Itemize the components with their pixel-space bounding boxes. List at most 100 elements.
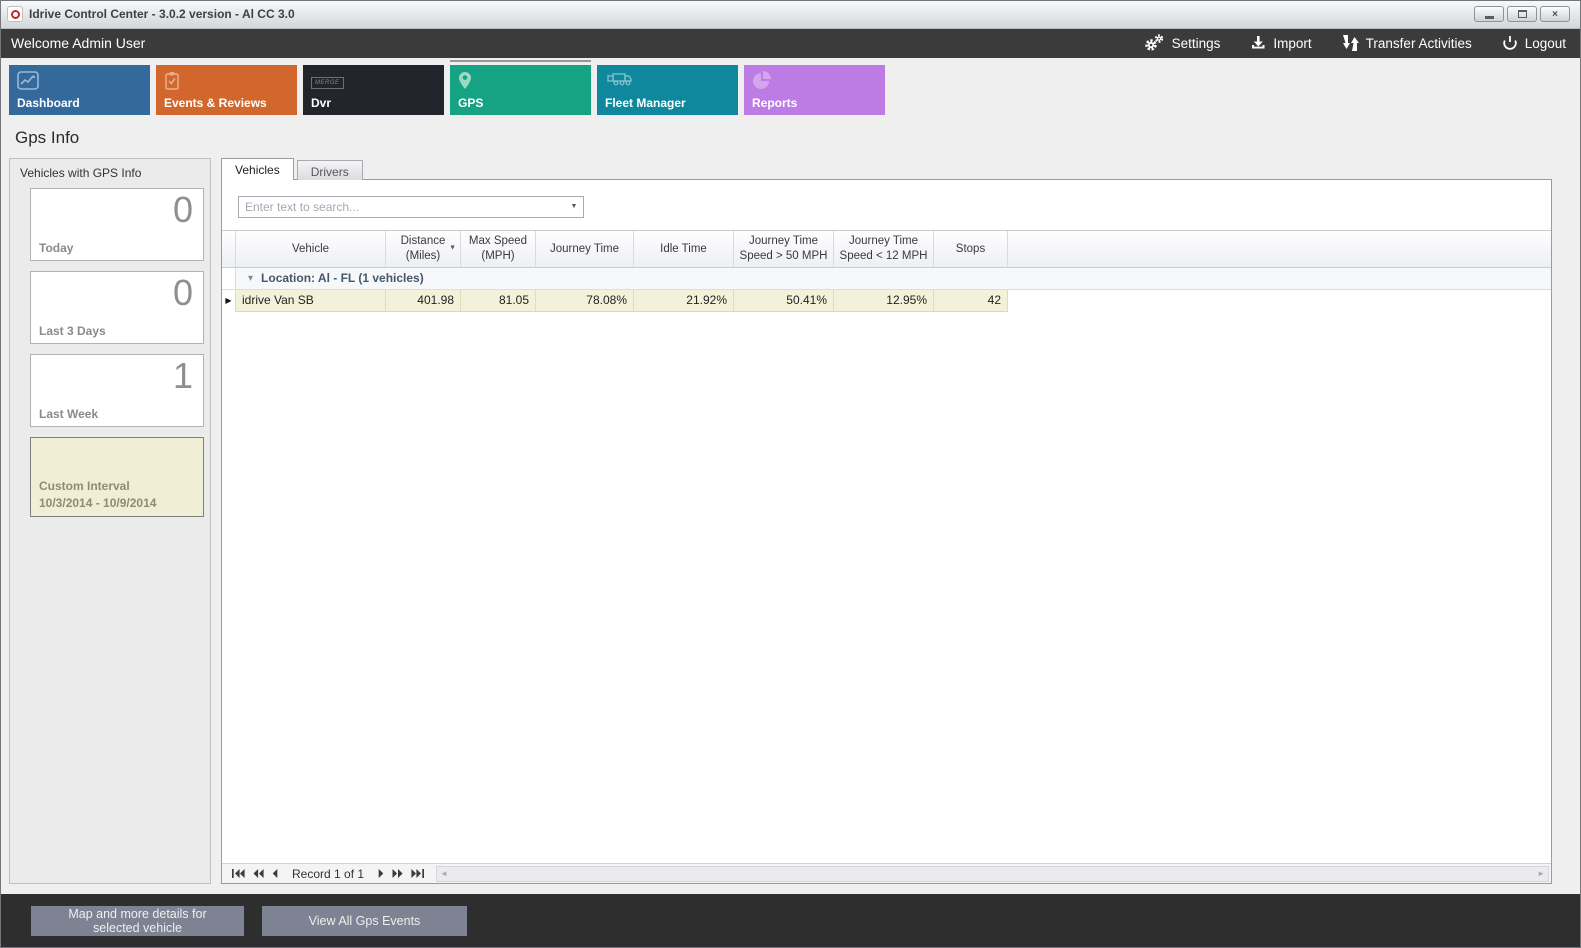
nav-tiles: Dashboard Events & Reviews MERGE Dvr [1, 58, 1580, 115]
tab-vehicles[interactable]: Vehicles [221, 158, 294, 180]
transfer-activities-label: Transfer Activities [1366, 36, 1472, 51]
line-chart-icon [17, 71, 39, 95]
logout-label: Logout [1525, 36, 1566, 51]
search-input[interactable] [239, 197, 565, 217]
minimize-button[interactable] [1474, 6, 1504, 22]
content-area: Vehicles with GPS Info 0 Today 0 Last 3 … [1, 158, 1580, 885]
dvr-merge-icon: MERGE [311, 71, 344, 89]
col-header-max-speed[interactable]: Max Speed (MPH) [461, 231, 536, 267]
settings-button[interactable]: Settings [1143, 34, 1221, 52]
col-header-stops[interactable]: Stops [934, 231, 1008, 267]
cell-vehicle: idrive Van SB [236, 290, 386, 312]
next-page-button[interactable] [388, 869, 407, 878]
sidebar-title: Vehicles with GPS Info [10, 159, 210, 188]
scroll-right-icon[interactable]: ► [1537, 869, 1545, 878]
card-custom-interval[interactable]: Custom Interval 10/3/2014 - 10/9/2014 [30, 437, 204, 517]
nav-tile-events-reviews[interactable]: Events & Reviews [156, 65, 297, 115]
nav-tile-gps[interactable]: GPS [450, 65, 591, 115]
search-area: ▼ [222, 180, 1551, 226]
nav-tile-dashboard[interactable]: Dashboard [9, 65, 150, 115]
minimize-icon [1485, 16, 1494, 19]
nav-tile-dvr[interactable]: MERGE Dvr [303, 65, 444, 115]
col-header-journey-time[interactable]: Journey Time [536, 231, 634, 267]
last-record-button[interactable] [407, 869, 428, 878]
location-pin-icon [458, 71, 472, 96]
nav-tile-label: GPS [458, 96, 483, 110]
nav-tile-label: Reports [752, 96, 797, 110]
view-all-gps-events-button[interactable]: View All Gps Events [262, 906, 467, 936]
nav-tile-reports[interactable]: Reports [744, 65, 885, 115]
next-record-button[interactable] [374, 869, 388, 878]
col-header-vehicle[interactable]: Vehicle [236, 231, 386, 267]
col-header-journey-lt12[interactable]: Journey Time Speed < 12 MPH [834, 231, 934, 267]
scroll-left-icon[interactable]: ◄ [440, 869, 448, 878]
power-icon [1502, 35, 1518, 51]
row-filler [1008, 290, 1551, 312]
nav-tile-label: Dvr [311, 96, 331, 110]
close-icon: × [1552, 9, 1558, 20]
previous-record-button[interactable] [268, 869, 282, 878]
previous-page-button[interactable] [249, 869, 268, 878]
card-today[interactable]: 0 Today [30, 188, 204, 261]
map-details-button[interactable]: Map and more details for selected vehicl… [31, 906, 244, 936]
welcome-bar: Welcome Admin User Settings [1, 29, 1580, 58]
col-header-distance[interactable]: Distance (Miles)▼ [386, 231, 461, 267]
col-header-journey-gt50[interactable]: Journey Time Speed > 50 MPH [734, 231, 834, 267]
card-last-3-days-value: 0 [173, 272, 193, 314]
logout-button[interactable]: Logout [1502, 35, 1566, 51]
cell-distance: 401.98 [386, 290, 461, 312]
vehicles-panel: ▼ Vehicle Distance (Miles)▼ Max Speed (M… [221, 179, 1552, 885]
pie-chart-icon [752, 71, 772, 96]
card-last-week-value: 1 [173, 355, 193, 397]
main-area: Vehicles Drivers ▼ Vehicle Distance (Mil… [221, 158, 1552, 885]
search-combobox: ▼ [238, 196, 584, 218]
pagination-bar: Record 1 of 1 ◄ ► [222, 863, 1551, 883]
record-count-text: Record 1 of 1 [292, 867, 364, 881]
card-last-week-label: Last Week [39, 407, 98, 421]
card-last-week[interactable]: 1 Last Week [30, 354, 204, 427]
col-header-idle-time[interactable]: Idle Time [634, 231, 734, 267]
group-label: Location: Al - FL (1 vehicles) [261, 271, 424, 285]
card-last-3-days[interactable]: 0 Last 3 Days [30, 271, 204, 344]
row-arrow-icon: ▶ [225, 296, 231, 305]
footer-bar: Map and more details for selected vehicl… [1, 894, 1580, 947]
chevron-down-icon: ▼ [571, 203, 578, 210]
transfer-icon [1342, 34, 1359, 52]
app-logo-icon [7, 6, 23, 22]
maximize-button[interactable] [1507, 6, 1537, 22]
nav-tile-label: Fleet Manager [605, 96, 686, 110]
transfer-activities-button[interactable]: Transfer Activities [1342, 34, 1472, 52]
table-header-row: Vehicle Distance (Miles)▼ Max Speed (MPH… [222, 230, 1551, 268]
header-filler [1008, 231, 1551, 267]
collapse-caret-icon[interactable]: ▾ [248, 273, 253, 284]
first-record-button[interactable] [228, 869, 249, 878]
gps-info-sidebar: Vehicles with GPS Info 0 Today 0 Last 3 … [9, 158, 211, 885]
nav-tile-label: Dashboard [17, 96, 80, 110]
settings-label: Settings [1172, 36, 1221, 51]
page-title: Gps Info [15, 128, 1580, 148]
gears-icon [1143, 34, 1165, 52]
app-window: Idrive Control Center - 3.0.2 version - … [0, 0, 1581, 948]
cell-journey-lt12: 12.95% [834, 290, 934, 312]
cell-max-speed: 81.05 [461, 290, 536, 312]
topbar-actions: Settings Import [1143, 34, 1566, 52]
maximize-icon [1518, 10, 1527, 18]
search-dropdown-button[interactable]: ▼ [565, 197, 583, 217]
location-group-row[interactable]: ▾ Location: Al - FL (1 vehicles) [222, 268, 1551, 290]
welcome-text: Welcome Admin User [11, 35, 145, 51]
group-indicator-cell [222, 268, 236, 289]
nav-tile-fleet-manager[interactable]: Fleet Manager [597, 65, 738, 115]
cell-journey-gt50: 50.41% [734, 290, 834, 312]
cell-stops: 42 [934, 290, 1008, 312]
sort-dropdown-icon[interactable]: ▼ [449, 244, 456, 253]
close-button[interactable]: × [1540, 6, 1570, 22]
table-row-idrive-van-sb[interactable]: ▶ idrive Van SB 401.98 81.05 78.08% 21.9… [222, 290, 1551, 312]
nav-tile-label: Events & Reviews [164, 96, 267, 110]
tab-drivers[interactable]: Drivers [297, 160, 363, 180]
tab-strip: Vehicles Drivers [221, 158, 1552, 180]
import-icon [1250, 35, 1266, 51]
horizontal-scrollbar[interactable]: ◄ ► [436, 866, 1549, 882]
card-today-label: Today [39, 241, 73, 255]
title-bar: Idrive Control Center - 3.0.2 version - … [1, 1, 1580, 29]
import-button[interactable]: Import [1250, 35, 1311, 51]
